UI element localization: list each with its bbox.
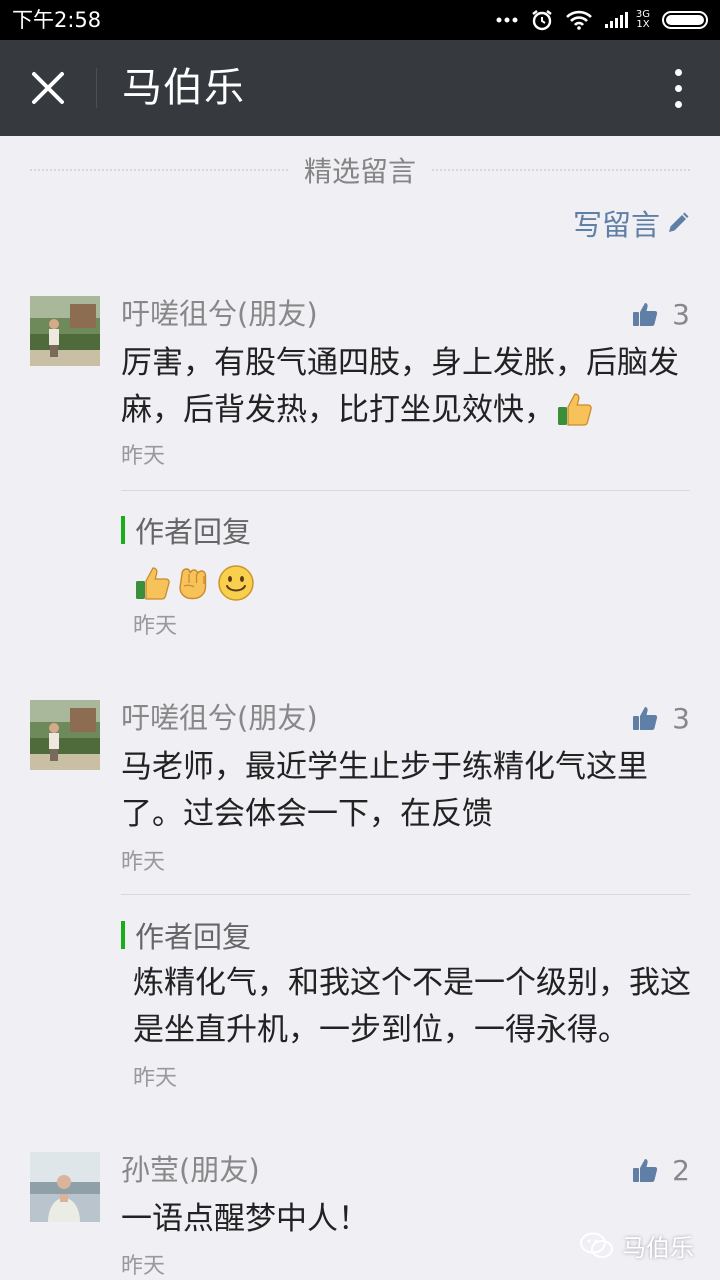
author-reply-label: 作者回复 bbox=[121, 514, 251, 549]
status-time: 下午2:58 bbox=[12, 8, 102, 32]
pencil-icon bbox=[669, 212, 689, 232]
alarm-icon bbox=[532, 10, 552, 31]
avatar[interactable] bbox=[30, 1152, 100, 1222]
like-button[interactable]: 3 bbox=[632, 700, 690, 736]
like-count: 3 bbox=[672, 297, 690, 331]
avatar[interactable] bbox=[30, 700, 100, 770]
thumbs-up-emoji-icon bbox=[558, 393, 592, 426]
author-reply-label: 作者回复 bbox=[121, 919, 251, 954]
comment-text: 马老师，最近学生止步于练精化气这里了。过会体会一下，在反馈 bbox=[121, 749, 648, 832]
smile-emoji-icon bbox=[218, 564, 254, 601]
more-dot bbox=[674, 68, 682, 76]
thumbs-up-icon bbox=[633, 1159, 658, 1182]
close-button[interactable] bbox=[0, 40, 96, 136]
fist-emoji-icon bbox=[179, 567, 207, 599]
battery-icon bbox=[662, 11, 708, 29]
close-icon bbox=[32, 72, 64, 104]
write-comment-label: 写留言 bbox=[572, 208, 660, 242]
more-menu-button[interactable] bbox=[666, 64, 690, 112]
thumbs-up-emoji-icon bbox=[136, 566, 170, 600]
network-type: 3G 1X bbox=[636, 10, 650, 30]
title-bar: 马伯乐 bbox=[0, 40, 720, 136]
section-title: 精选留言 bbox=[304, 155, 417, 188]
wechat-watermark: 马伯乐 bbox=[580, 1228, 694, 1263]
watermark-text: 马伯乐 bbox=[622, 1234, 694, 1262]
author-reply-label-text: 作者回复 bbox=[135, 920, 252, 954]
avatar[interactable] bbox=[30, 296, 100, 366]
title-divider bbox=[96, 68, 97, 108]
comment-time: 昨天 bbox=[121, 850, 166, 875]
like-count: 2 bbox=[672, 1153, 690, 1187]
thumbs-up-icon bbox=[633, 707, 658, 730]
comment-time: 昨天 bbox=[121, 1254, 166, 1279]
reply-divider bbox=[121, 894, 690, 895]
comment-nickname: 吁嗟徂兮(朋友) bbox=[121, 701, 318, 735]
dotted-line-right bbox=[432, 169, 691, 171]
signal-icon bbox=[604, 12, 628, 28]
reply-divider bbox=[121, 490, 690, 491]
more-dot bbox=[674, 84, 682, 92]
author-reply-text bbox=[133, 558, 693, 605]
page-title: 马伯乐 bbox=[122, 65, 245, 111]
like-button[interactable]: 2 bbox=[632, 1152, 690, 1188]
comment-nickname: 吁嗟徂兮(朋友) bbox=[121, 297, 318, 331]
dotted-line-left bbox=[30, 169, 288, 171]
comment-time: 昨天 bbox=[121, 444, 166, 469]
wechat-icon bbox=[580, 1232, 613, 1258]
comment-text-value: 厉害，有股气通四肢，身上发胀，后脑发麻，后背发热，比打坐见效快， bbox=[121, 345, 679, 428]
status-icons: 3G 1X bbox=[496, 0, 710, 40]
more-dots-icon bbox=[496, 17, 518, 23]
reply-emoji-row bbox=[133, 564, 255, 602]
reply-time: 昨天 bbox=[133, 1066, 178, 1091]
write-comment-button[interactable]: 写留言 bbox=[573, 203, 690, 243]
network-type-bottom: 1X bbox=[636, 19, 650, 30]
author-reply-text: 炼精化气，和我这个不是一个级别，我这是坐直升机，一步到位，一得永得。 bbox=[133, 965, 691, 1048]
featured-comments-header: 精选留言 bbox=[30, 150, 691, 190]
like-count: 3 bbox=[672, 701, 690, 735]
status-bar: 下午2:58 3G 1X bbox=[0, 0, 720, 40]
wifi-icon bbox=[565, 10, 592, 30]
like-button[interactable]: 3 bbox=[632, 296, 690, 332]
more-dot bbox=[674, 100, 682, 108]
thumbs-up-icon bbox=[633, 303, 658, 326]
comment-text: 厉害，有股气通四肢，身上发胀，后脑发麻，后背发热，比打坐见效快， bbox=[121, 340, 681, 434]
comment-nickname: 孙莹(朋友) bbox=[121, 1153, 260, 1187]
reply-time: 昨天 bbox=[133, 614, 178, 639]
author-reply-label-text: 作者回复 bbox=[135, 515, 252, 549]
